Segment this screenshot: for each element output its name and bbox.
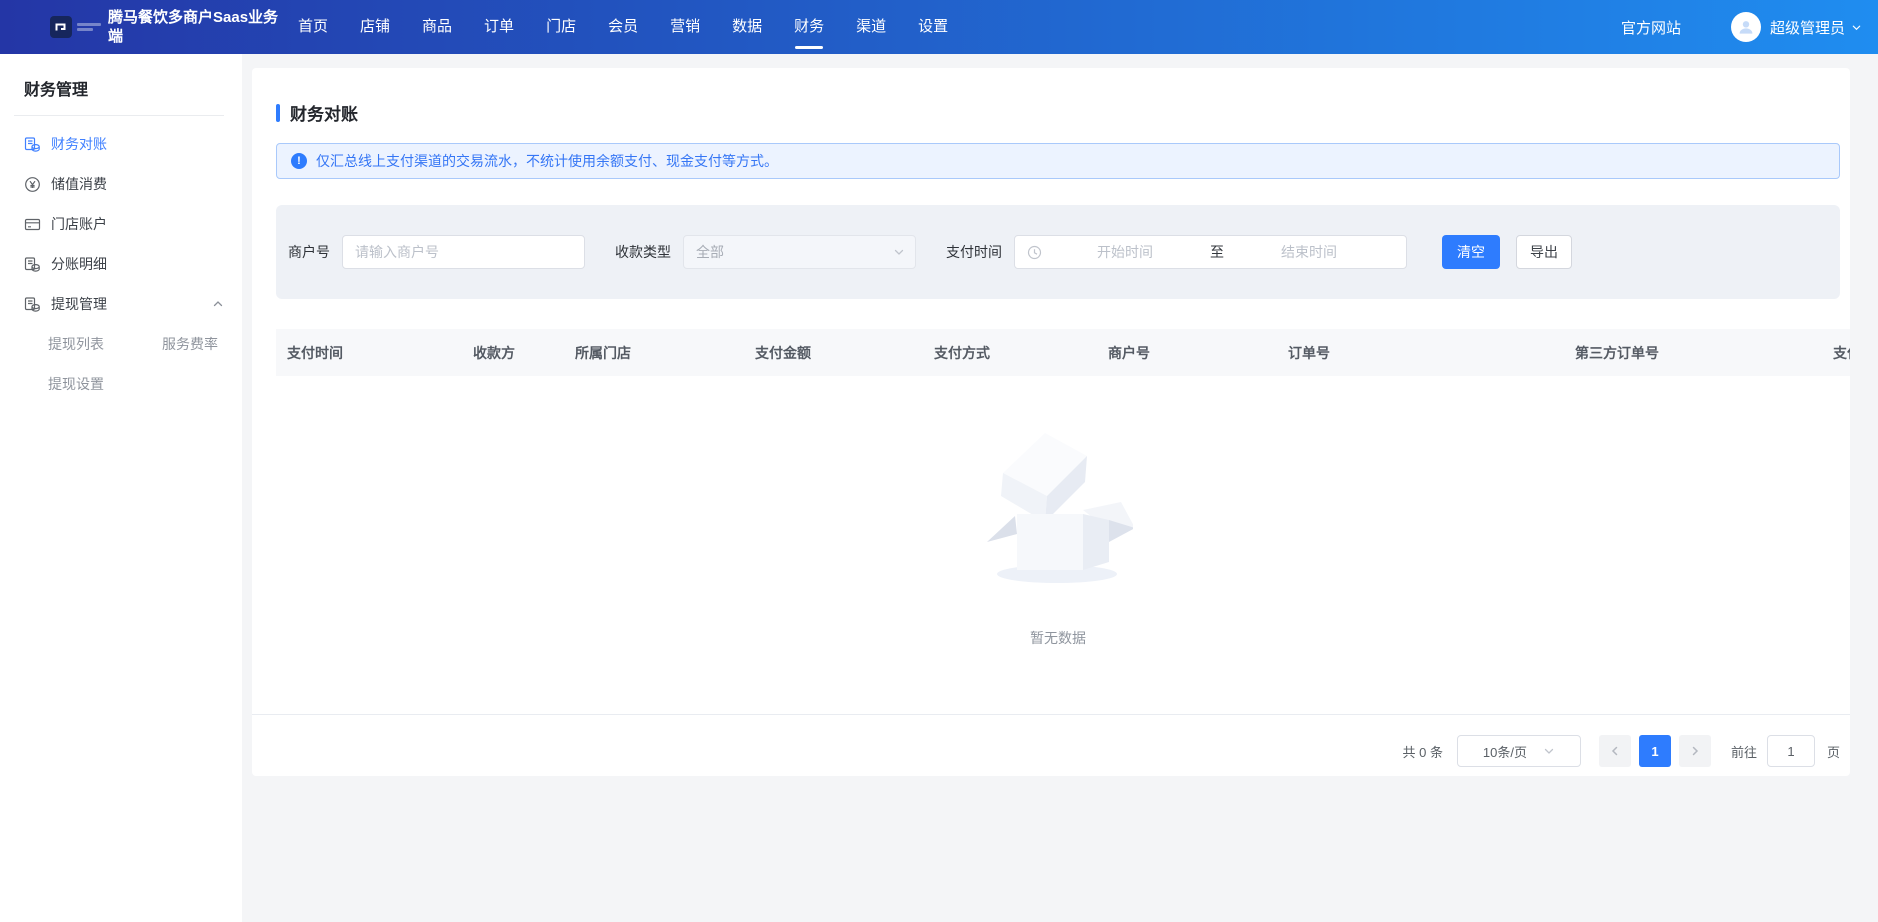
sidebar-item-label: 提现管理 (51, 294, 107, 314)
chevron-down-icon (893, 246, 905, 258)
nav-item-shop[interactable]: 店铺 (344, 0, 406, 54)
filter-panel: 商户号 收款类型 全部 支付时间 (276, 205, 1840, 299)
col-truncated: 支付 (1833, 343, 1850, 363)
title-accent-bar (276, 104, 280, 122)
empty-box-illustration (983, 428, 1133, 588)
sidebar-item-stored-value[interactable]: 储值消费 (0, 164, 242, 204)
sidebar-item-withdrawal-mgmt[interactable]: 提现管理 (0, 284, 242, 324)
nav-item-orders[interactable]: 订单 (468, 0, 530, 54)
col-amount: 支付金额 (755, 343, 934, 363)
range-separator: 至 (1208, 242, 1226, 262)
merchant-id-label: 商户号 (288, 242, 330, 262)
payment-type-select[interactable]: 全部 (683, 235, 916, 269)
sidebar-item-split-details[interactable]: 分账明细 (0, 244, 242, 284)
payment-type-label: 收款类型 (615, 242, 671, 262)
page-title-row: 财务对账 (276, 68, 1840, 125)
yen-circle-icon (24, 176, 41, 193)
page-body: 财务管理 财务对账 储值消费 (0, 54, 1878, 922)
col-method: 支付方式 (934, 343, 1108, 363)
content-card: 财务对账 ! 仅汇总线上支付渠道的交易流水，不统计使用余额支付、现金支付等方式。… (252, 68, 1850, 776)
col-payee: 收款方 (473, 343, 575, 363)
card-icon (24, 216, 41, 233)
main-content: 财务对账 ! 仅汇总线上支付渠道的交易流水，不统计使用余额支付、现金支付等方式。… (242, 54, 1878, 922)
user-menu[interactable]: 超级管理员 (1731, 12, 1862, 42)
app-logo: 腾马餐饮多商户Saas业务端 (0, 8, 282, 46)
sidebar-item-label: 门店账户 (51, 214, 107, 234)
clock-icon (1027, 245, 1042, 260)
col-merchant-id: 商户号 (1108, 343, 1288, 363)
chevron-right-icon (1689, 745, 1701, 757)
chevron-up-icon (212, 298, 224, 310)
app-root: 腾马餐饮多商户Saas业务端 首页 店铺 商品 订单 门店 会员 营销 数据 财… (0, 0, 1878, 922)
app-title: 腾马餐饮多商户Saas业务端 (108, 8, 282, 46)
sidebar-item-label: 分账明细 (51, 254, 107, 274)
col-store: 所属门店 (575, 343, 755, 363)
submenu-item-withdrawal-list[interactable]: 提现列表 (48, 324, 162, 364)
merchant-id-input[interactable] (342, 235, 585, 269)
main-nav: 首页 店铺 商品 订单 门店 会员 营销 数据 财务 渠道 设置 (282, 0, 964, 54)
ledger-coins-icon (24, 296, 41, 313)
top-navbar: 腾马餐饮多商户Saas业务端 首页 店铺 商品 订单 门店 会员 营销 数据 财… (0, 0, 1878, 54)
date-range-picker[interactable]: 开始时间 至 结束时间 (1014, 235, 1407, 269)
ledger-coins-icon (24, 256, 41, 273)
official-site-link[interactable]: 官方网站 (1621, 17, 1681, 38)
prev-page-button[interactable] (1599, 735, 1631, 767)
page-title: 财务对账 (290, 100, 358, 125)
empty-state: 暂无数据 (276, 376, 1840, 648)
sidebar-title: 财务管理 (0, 76, 242, 100)
table-footer-divider (252, 714, 1850, 715)
brand-wordmark-icon (77, 21, 101, 33)
username-label: 超级管理员 (1770, 17, 1845, 38)
nav-item-members[interactable]: 会员 (592, 0, 654, 54)
nav-item-marketing[interactable]: 营销 (654, 0, 716, 54)
sidebar-item-reconciliation[interactable]: 财务对账 (0, 124, 242, 164)
info-icon: ! (291, 153, 307, 169)
person-icon (1737, 18, 1755, 36)
ledger-coins-icon (24, 136, 41, 153)
payment-type-value: 全部 (696, 242, 724, 262)
submenu-item-service-rate[interactable]: 服务费率 (162, 324, 218, 364)
page-unit-label: 页 (1827, 742, 1840, 761)
submenu-item-withdrawal-settings[interactable]: 提现设置 (48, 364, 162, 404)
info-alert: ! 仅汇总线上支付渠道的交易流水，不统计使用余额支付、现金支付等方式。 (276, 143, 1840, 179)
sidebar: 财务管理 财务对账 储值消费 (0, 54, 242, 922)
payment-time-label: 支付时间 (946, 242, 1002, 262)
start-time-placeholder[interactable]: 开始时间 (1042, 242, 1208, 262)
page-number-1[interactable]: 1 (1639, 735, 1671, 767)
goto-label: 前往 (1731, 742, 1757, 761)
next-page-button[interactable] (1679, 735, 1711, 767)
empty-text: 暂无数据 (1030, 628, 1086, 648)
nav-item-stores[interactable]: 门店 (530, 0, 592, 54)
goto-page-input[interactable] (1767, 735, 1815, 767)
col-third-party-order-id: 第三方订单号 (1575, 343, 1833, 363)
chevron-down-icon (1543, 745, 1555, 757)
col-payment-time: 支付时间 (287, 343, 473, 363)
pagination: 共 0 条 10条/页 1 (276, 735, 1840, 767)
page-size-select[interactable]: 10条/页 (1457, 735, 1581, 767)
total-count: 共 0 条 (1403, 742, 1443, 761)
nav-item-home[interactable]: 首页 (282, 0, 344, 54)
table-header-row: 支付时间 收款方 所属门店 支付金额 支付方式 商户号 订单号 第三方订单号 支… (276, 329, 1850, 376)
sidebar-item-label: 财务对账 (51, 134, 107, 154)
col-order-id: 订单号 (1288, 343, 1575, 363)
alert-message: 仅汇总线上支付渠道的交易流水，不统计使用余额支付、现金支付等方式。 (316, 151, 778, 171)
nav-item-settings[interactable]: 设置 (902, 0, 964, 54)
sidebar-divider (14, 115, 224, 116)
withdrawal-submenu: 提现列表 服务费率 提现设置 (0, 324, 242, 404)
export-button[interactable]: 导出 (1516, 235, 1572, 269)
user-avatar (1731, 12, 1761, 42)
sidebar-item-store-account[interactable]: 门店账户 (0, 204, 242, 244)
chevron-left-icon (1609, 745, 1621, 757)
nav-item-finance[interactable]: 财务 (778, 0, 840, 54)
chevron-down-icon (1851, 22, 1862, 33)
clear-button[interactable]: 清空 (1442, 235, 1500, 269)
topbar-right: 官方网站 超级管理员 (1621, 12, 1878, 42)
end-time-placeholder[interactable]: 结束时间 (1226, 242, 1392, 262)
sidebar-item-label: 储值消费 (51, 174, 107, 194)
nav-item-data[interactable]: 数据 (716, 0, 778, 54)
brand-logo-icon (50, 16, 72, 38)
nav-item-channels[interactable]: 渠道 (840, 0, 902, 54)
nav-item-goods[interactable]: 商品 (406, 0, 468, 54)
page-size-value: 10条/页 (1483, 742, 1527, 761)
